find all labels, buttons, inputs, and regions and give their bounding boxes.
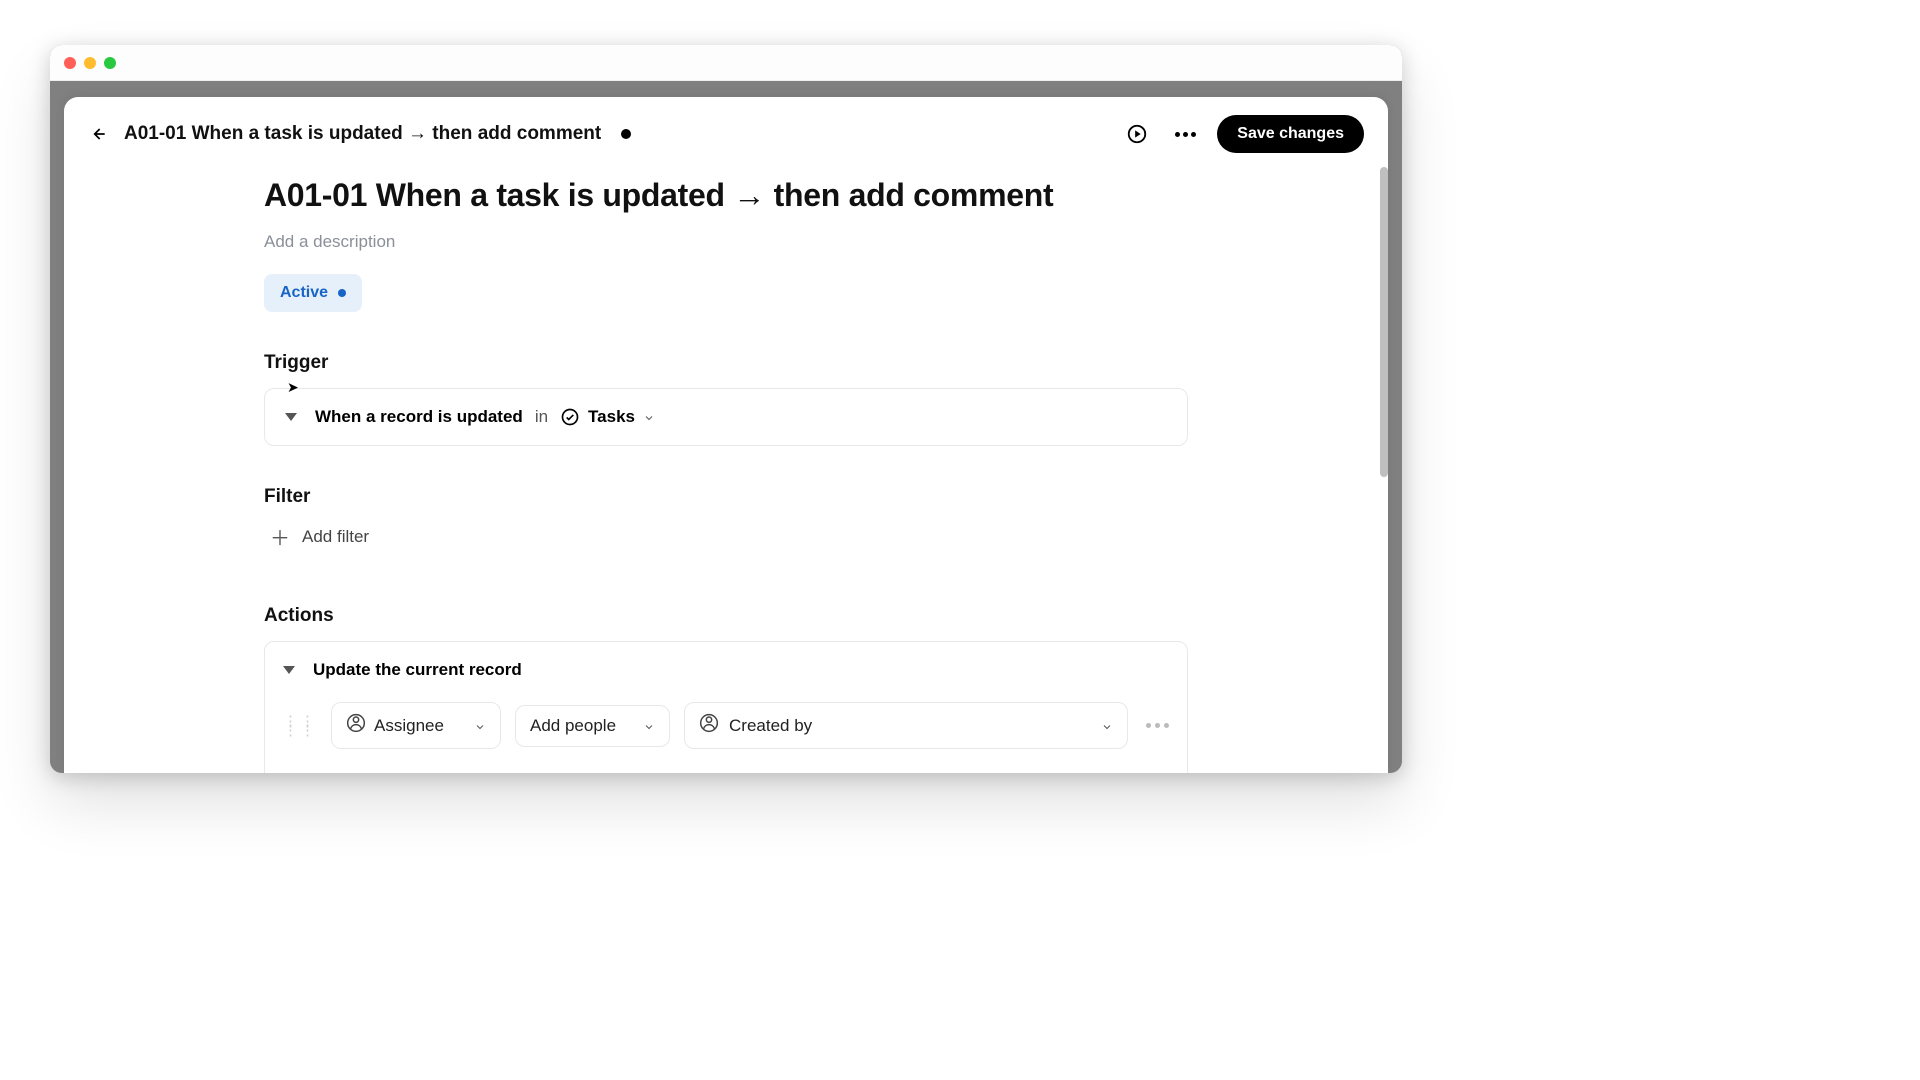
editor-panel: A01-01 When a task is updated → then add… bbox=[64, 97, 1388, 773]
status-toggle[interactable]: Active bbox=[264, 274, 362, 312]
action-header[interactable]: Update the current record bbox=[283, 660, 1169, 680]
filter-heading: Filter bbox=[264, 486, 1188, 508]
traffic-lights bbox=[64, 57, 116, 69]
value-label: Created by bbox=[729, 716, 812, 736]
add-filter-button[interactable]: ＋ Add filter bbox=[264, 508, 1188, 565]
collapse-caret-icon bbox=[283, 666, 295, 674]
actions-section: Actions Update the current record ⋮⋮⋮⋮ bbox=[264, 605, 1188, 773]
scrollbar[interactable] bbox=[1380, 167, 1388, 477]
check-circle-icon bbox=[560, 407, 580, 427]
person-icon bbox=[346, 713, 366, 738]
minimize-window-button[interactable] bbox=[84, 57, 96, 69]
trigger-target-picker[interactable]: Tasks bbox=[560, 407, 655, 427]
ellipsis-icon bbox=[1175, 132, 1196, 137]
actions-heading: Actions bbox=[264, 605, 1188, 627]
drag-handle-icon[interactable]: ⋮⋮⋮⋮ bbox=[283, 717, 317, 735]
page-title[interactable]: A01-01 When a task is updated → then add… bbox=[264, 177, 1188, 214]
action-card: Update the current record ⋮⋮⋮⋮ Assignee bbox=[264, 641, 1188, 773]
save-changes-button[interactable]: Save changes bbox=[1217, 115, 1364, 153]
chevron-down-icon bbox=[643, 411, 655, 423]
description-input[interactable]: Add a description bbox=[264, 232, 1188, 252]
plus-icon: ＋ bbox=[270, 522, 290, 551]
more-options-button[interactable] bbox=[1169, 118, 1201, 150]
breadcrumb-title: A01-01 When a task is updated → then add… bbox=[124, 123, 601, 145]
value-placeholder: Add people bbox=[530, 716, 616, 736]
field-label: Assignee bbox=[374, 716, 444, 736]
chevron-down-icon bbox=[1101, 720, 1113, 732]
trigger-heading: Trigger bbox=[264, 352, 1188, 374]
trigger-section: Trigger When a record is updated in Task… bbox=[264, 352, 1188, 446]
run-button[interactable] bbox=[1121, 118, 1153, 150]
field-picker-assignee[interactable]: Assignee bbox=[331, 702, 501, 749]
person-icon bbox=[699, 713, 719, 738]
panel-body: ➤ A01-01 When a task is updated → then a… bbox=[64, 167, 1388, 773]
mac-titlebar bbox=[50, 45, 1402, 81]
row-more-button[interactable] bbox=[1146, 723, 1169, 728]
chevron-down-icon bbox=[474, 720, 486, 732]
trigger-in-label: in bbox=[535, 407, 548, 427]
chevron-down-icon bbox=[643, 720, 655, 732]
action-title: Update the current record bbox=[313, 660, 522, 680]
add-filter-label: Add filter bbox=[302, 527, 369, 547]
panel-header: A01-01 When a task is updated → then add… bbox=[64, 97, 1388, 167]
value-picker-add-people[interactable]: Add people bbox=[515, 705, 670, 747]
close-window-button[interactable] bbox=[64, 57, 76, 69]
trigger-event-label: When a record is updated bbox=[315, 407, 523, 427]
trigger-target-label: Tasks bbox=[588, 407, 635, 427]
trigger-card[interactable]: When a record is updated in Tasks bbox=[264, 388, 1188, 446]
app-window: A01-01 When a task is updated → then add… bbox=[50, 45, 1402, 773]
action-field-row: ⋮⋮⋮⋮ Assignee bbox=[283, 680, 1169, 767]
value-picker-created-by[interactable]: Created by bbox=[684, 702, 1128, 749]
back-button[interactable] bbox=[88, 124, 108, 144]
filter-section: Filter ＋ Add filter bbox=[264, 486, 1188, 565]
unsaved-changes-indicator bbox=[621, 129, 631, 139]
status-dot-icon bbox=[338, 289, 346, 297]
collapse-caret-icon bbox=[285, 413, 297, 421]
maximize-window-button[interactable] bbox=[104, 57, 116, 69]
action-field-row: ⋮⋮⋮⋮ Subtasks bbox=[283, 767, 1169, 773]
status-label: Active bbox=[280, 284, 328, 302]
